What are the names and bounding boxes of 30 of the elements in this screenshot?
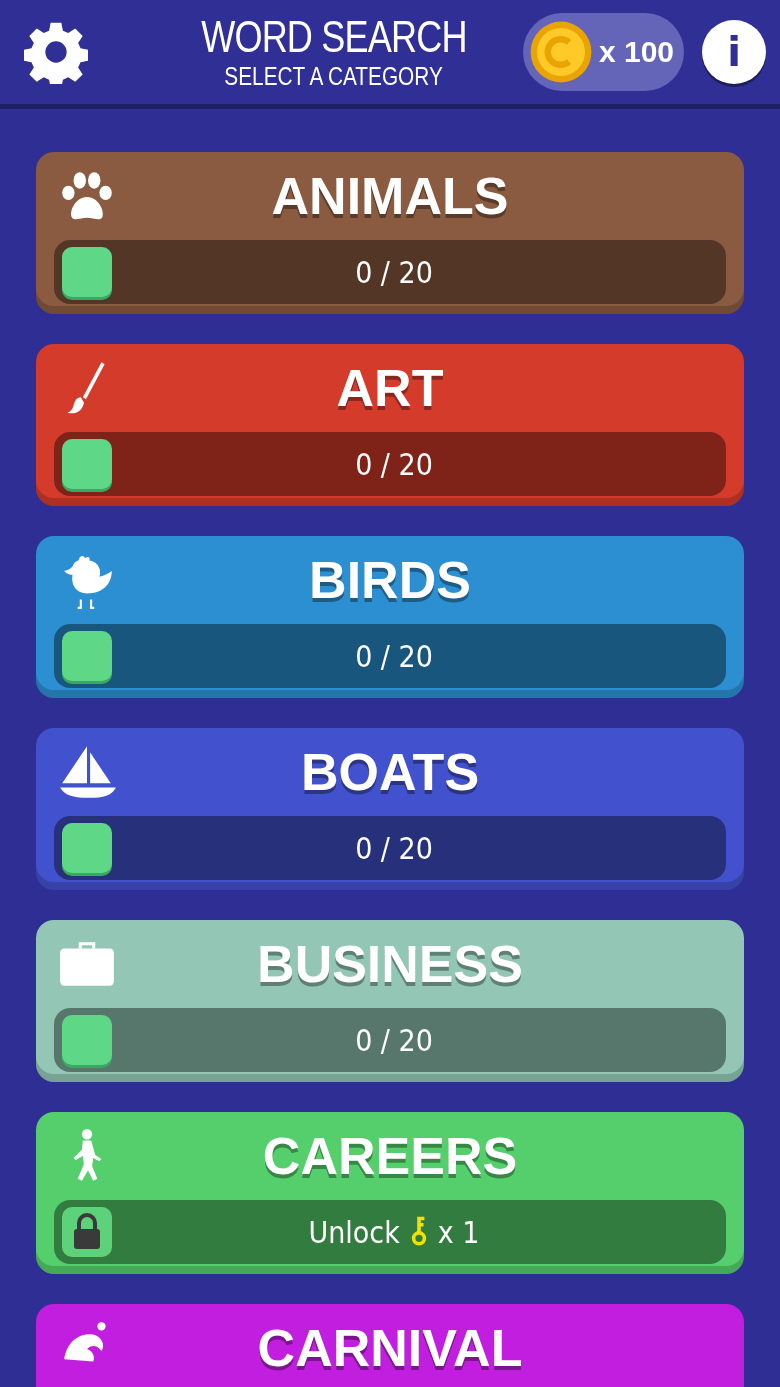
- progress-count: 0 / 20: [355, 638, 433, 674]
- category-title: CAREERS: [262, 1126, 518, 1186]
- category-card[interactable]: CARNIVAL: [36, 1304, 744, 1387]
- category-title: ANIMALS: [271, 166, 509, 226]
- category-card[interactable]: BOATS 0 / 20: [36, 728, 744, 890]
- category-card[interactable]: CAREERS Unlock x 1: [36, 1112, 744, 1274]
- progress-count: 0 / 20: [355, 1022, 433, 1058]
- progress-count: 0 / 20: [355, 254, 433, 290]
- category-title: CARNIVAL: [257, 1318, 523, 1378]
- category-title: ART: [336, 358, 444, 418]
- progress-count: 0 / 20: [355, 830, 433, 866]
- settings-icon[interactable]: [24, 20, 88, 84]
- unlock-text: Unlock: [308, 1214, 400, 1250]
- key-cost: x 1: [437, 1214, 480, 1250]
- padlock-icon: [62, 1207, 112, 1257]
- category-card[interactable]: ART 0 / 20: [36, 344, 744, 506]
- category-title: BUSINESS: [257, 934, 523, 994]
- app-title: WORD SEARCH: [201, 13, 467, 61]
- progress-count: 0 / 20: [355, 446, 433, 482]
- category-title: BOATS: [300, 742, 480, 802]
- category-card[interactable]: ANIMALS 0 / 20: [36, 152, 744, 314]
- category-card[interactable]: BUSINESS 0 / 20: [36, 920, 744, 1082]
- coin-count: x 100: [598, 35, 674, 69]
- category-card[interactable]: BIRDS 0 / 20: [36, 536, 744, 698]
- info-button[interactable]: i: [702, 20, 766, 84]
- coin-icon: [528, 20, 593, 84]
- key-icon: [409, 1216, 428, 1248]
- subtitle: SELECT A CATEGORY: [224, 61, 444, 91]
- unlock-bar[interactable]: Unlock x 1: [54, 1200, 726, 1264]
- category-title: BIRDS: [309, 550, 471, 610]
